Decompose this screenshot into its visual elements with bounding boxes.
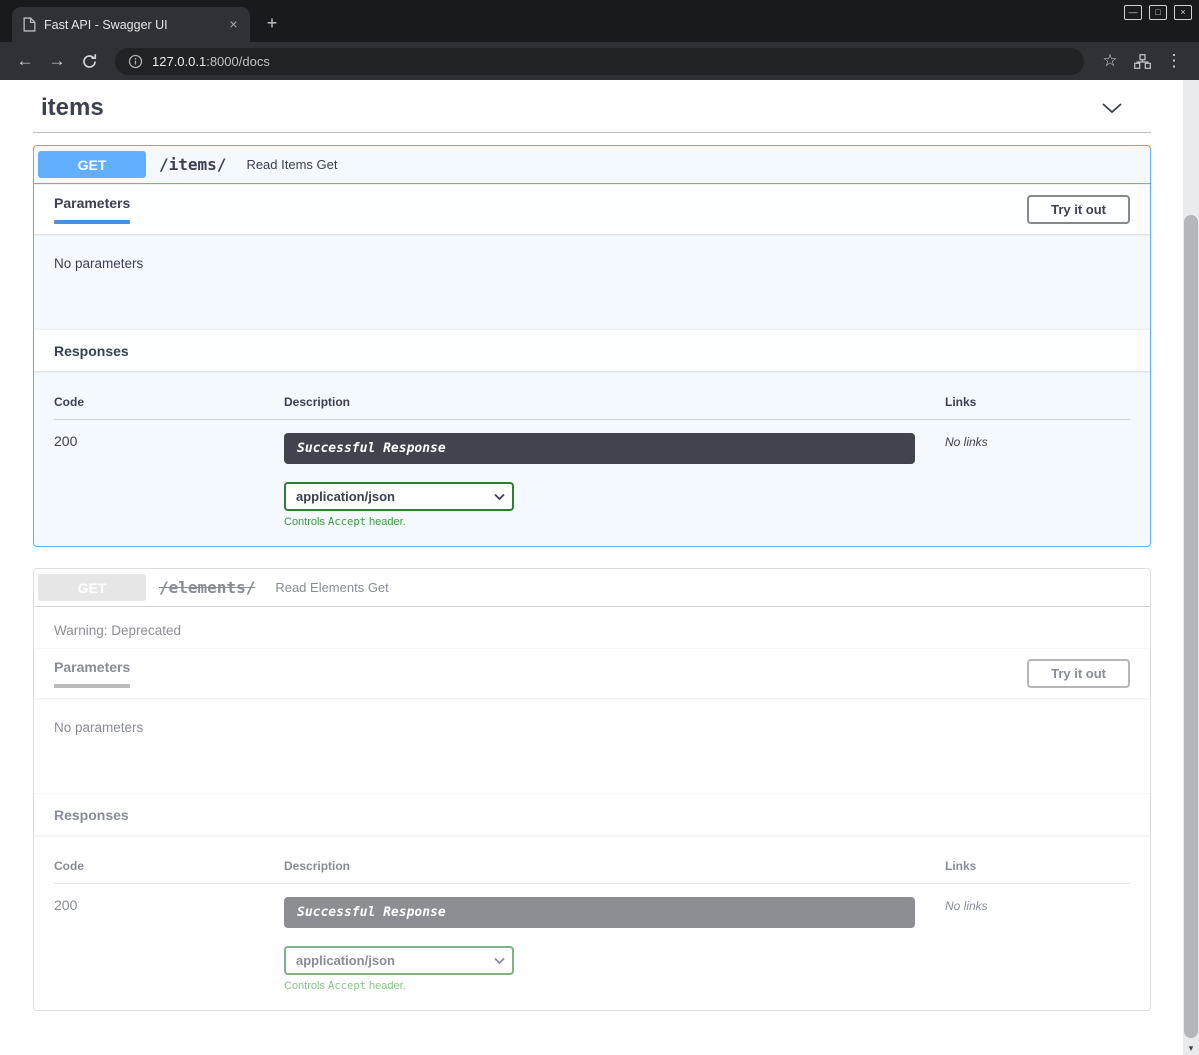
accept-header-note: Controls Accept header. <box>284 980 945 992</box>
swagger-page: items GET /items/ Read Items Get Paramet… <box>0 80 1199 1055</box>
parameters-tab[interactable]: Parameters <box>54 195 130 224</box>
deprecated-warning: Warning: Deprecated <box>34 607 1150 648</box>
column-links: Links <box>945 395 1130 409</box>
response-code: 200 <box>54 897 284 913</box>
url-text: 127.0.0.1:8000/docs <box>152 54 270 69</box>
responses-table-header: Code Description Links <box>54 371 1130 420</box>
column-description: Description <box>284 395 945 409</box>
accept-header-note: Controls Accept header. <box>284 516 945 528</box>
window-controls: — □ × <box>1124 5 1192 20</box>
site-info-icon[interactable] <box>128 54 143 69</box>
browser-window: Fast API - Swagger UI × + — □ × ← → 127.… <box>0 0 1199 1055</box>
scroll-down-arrow-icon[interactable]: ▾ <box>1183 1043 1199 1054</box>
response-row: 200 Successful Response application/json <box>54 884 1130 992</box>
responses-table-header: Code Description Links <box>54 835 1130 884</box>
response-description: Successful Response <box>284 433 915 464</box>
column-description: Description <box>284 859 945 873</box>
opblock-get-items: GET /items/ Read Items Get Parameters Tr… <box>33 145 1151 547</box>
column-code: Code <box>54 395 284 409</box>
column-code: Code <box>54 859 284 873</box>
response-description: Successful Response <box>284 897 915 928</box>
no-parameters-text: No parameters <box>54 256 1130 271</box>
response-row: 200 Successful Response application/json <box>54 420 1130 528</box>
parameters-label: Parameters <box>54 195 130 211</box>
browser-toolbar: ← → 127.0.0.1:8000/docs ☆ ⋮ <box>0 42 1199 80</box>
response-links: No links <box>945 897 1130 913</box>
menu-dots-icon[interactable]: ⋮ <box>1159 47 1189 75</box>
media-type-select[interactable]: application/json <box>284 482 514 511</box>
operation-summary-text: Read Elements Get <box>275 580 388 595</box>
browser-tab[interactable]: Fast API - Swagger UI × <box>12 7 250 42</box>
method-badge: GET <box>38 574 146 601</box>
tab-close-icon[interactable]: × <box>225 16 242 33</box>
scrollbar[interactable]: ▾ <box>1183 80 1199 1055</box>
chevron-down-icon[interactable] <box>1101 102 1149 114</box>
section-title: items <box>41 94 104 122</box>
operation-summary-text: Read Items Get <box>246 157 337 172</box>
new-tab-button[interactable]: + <box>260 11 284 35</box>
operation-path: /items/ <box>159 155 226 174</box>
operation-path: /elements/ <box>159 578 255 597</box>
swagger-content: items GET /items/ Read Items Get Paramet… <box>0 80 1183 1011</box>
tab-title: Fast API - Swagger UI <box>44 18 217 32</box>
parameters-label: Parameters <box>54 659 130 675</box>
media-type-select[interactable]: application/json <box>284 946 514 975</box>
method-badge: GET <box>38 151 146 178</box>
parameters-tab[interactable]: Parameters <box>54 659 130 688</box>
back-button[interactable]: ← <box>10 47 40 75</box>
tab-groups-icon[interactable] <box>1127 47 1157 75</box>
minimize-button[interactable]: — <box>1124 5 1142 20</box>
tab-strip: Fast API - Swagger UI × + — □ × <box>0 0 1199 42</box>
active-tab-underline <box>54 684 130 688</box>
forward-button[interactable]: → <box>42 47 72 75</box>
opblock-get-elements-deprecated: GET /elements/ Read Elements Get Warning… <box>33 568 1151 1011</box>
bookmark-star-icon[interactable]: ☆ <box>1095 47 1125 75</box>
address-bar[interactable]: 127.0.0.1:8000/docs <box>115 48 1084 75</box>
no-parameters-text: No parameters <box>54 720 1130 735</box>
responses-heading: Responses <box>54 807 129 823</box>
reload-button[interactable] <box>74 47 104 75</box>
close-button[interactable]: × <box>1174 5 1192 20</box>
active-tab-underline <box>54 220 130 224</box>
document-favicon-icon <box>23 17 36 32</box>
section-items-header[interactable]: items <box>33 90 1151 133</box>
response-links: No links <box>945 433 1130 449</box>
column-links: Links <box>945 859 1130 873</box>
scrollbar-thumb[interactable] <box>1184 215 1198 1038</box>
try-it-out-button[interactable]: Try it out <box>1027 659 1130 688</box>
maximize-button[interactable]: □ <box>1149 5 1167 20</box>
operation-summary[interactable]: GET /items/ Read Items Get <box>34 146 1150 184</box>
try-it-out-button[interactable]: Try it out <box>1027 195 1130 224</box>
response-code: 200 <box>54 433 284 449</box>
responses-heading: Responses <box>54 343 129 359</box>
operation-summary[interactable]: GET /elements/ Read Elements Get <box>34 569 1150 607</box>
